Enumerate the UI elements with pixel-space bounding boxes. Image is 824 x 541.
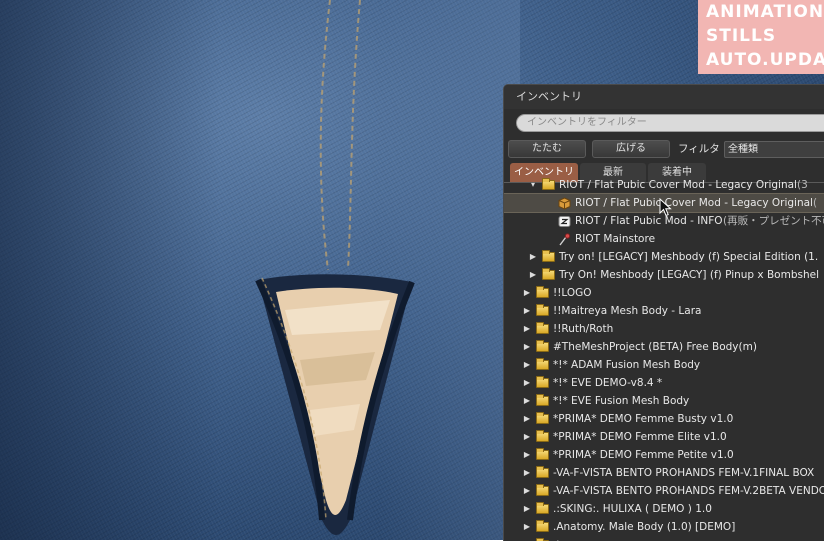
folder-icon bbox=[536, 376, 549, 389]
collapse-button[interactable]: たたむ bbox=[508, 140, 586, 158]
row-label: Try On! Meshbody [LEGACY] (f) Pinup x Bo… bbox=[559, 269, 819, 281]
collapsed-arrow-icon[interactable]: ▶ bbox=[522, 536, 532, 541]
collapsed-arrow-icon[interactable]: ▶ bbox=[528, 266, 538, 284]
folder-row[interactable]: ▶ Try On! Meshbody [LEGACY] (f) Pinup x B… bbox=[504, 266, 824, 284]
folder-icon bbox=[536, 484, 549, 497]
row-label: .Anatomy. Male Body (1.0) [DEMO] bbox=[553, 521, 736, 533]
row-suffix: (再販・プレゼント不可 bbox=[723, 215, 824, 227]
folder-icon bbox=[536, 412, 549, 425]
folder-row[interactable]: ▶ .Anatomy. Male Body (1.0) [DEMO] bbox=[504, 518, 824, 536]
folder-row[interactable]: ▶ *PRIMA* DEMO Femme Petite v1.0 bbox=[504, 446, 824, 464]
folder-icon bbox=[536, 322, 549, 335]
folder-row[interactable]: ▶ *!* ADAM Fusion Mesh Body bbox=[504, 356, 824, 374]
row-suffix: (3 bbox=[797, 179, 808, 191]
object-box-icon bbox=[558, 197, 571, 210]
expand-button[interactable]: 広げる bbox=[592, 140, 670, 158]
row-label: -VA-F-VISTA BENTO PROHANDS FEM-V.2BETA V… bbox=[553, 485, 824, 497]
inventory-filter-input[interactable]: インベントリをフィルター bbox=[516, 114, 824, 132]
folder-row[interactable]: ▶ !!Maitreya Mesh Body - Lara bbox=[504, 302, 824, 320]
row-label: RIOT Mainstore bbox=[575, 233, 656, 245]
row-label: #TheMeshProject (BETA) Free Body(m) bbox=[553, 341, 757, 353]
expanded-arrow-icon[interactable]: ▾ bbox=[528, 176, 538, 194]
row-label: Try on! [LEGACY] Meshbody (f) Special Ed… bbox=[559, 251, 819, 263]
sign-line-2: STILLS bbox=[706, 26, 777, 46]
row-label: -VA-F-VISTA BENTO PROHANDS FEM-V.1FINAL … bbox=[553, 467, 815, 479]
notecard-icon bbox=[558, 215, 571, 227]
folder-icon bbox=[536, 286, 549, 299]
collapsed-arrow-icon[interactable]: ▶ bbox=[522, 392, 532, 410]
collapsed-arrow-icon[interactable]: ▶ bbox=[522, 410, 532, 428]
folder-icon bbox=[536, 466, 549, 479]
filter-label: フィルタ bbox=[678, 143, 720, 155]
folder-icon bbox=[536, 358, 549, 371]
collapsed-arrow-icon[interactable]: ▶ bbox=[522, 320, 532, 338]
row-label: RIOT / Flat Pubic Mod - INFO bbox=[575, 215, 723, 227]
folder-icon bbox=[536, 502, 549, 515]
folder-icon bbox=[542, 178, 555, 191]
folder-icon bbox=[542, 250, 555, 263]
folder-icon bbox=[536, 304, 549, 317]
collapsed-arrow-icon[interactable]: ▶ bbox=[522, 446, 532, 464]
collapsed-arrow-icon[interactable]: ▶ bbox=[522, 302, 532, 320]
inventory-tree[interactable]: ▾ RIOT / Flat Pubic Cover Mod - Legacy Or… bbox=[504, 178, 824, 541]
folder-row[interactable]: ▶ .:SKING:. HULIXA ( DEMO ) 1.0 bbox=[504, 500, 824, 518]
inventory-title[interactable]: インベントリ bbox=[504, 85, 824, 109]
row-label: *PRIMA* DEMO Femme Petite v1.0 bbox=[553, 449, 734, 461]
collapsed-arrow-icon[interactable]: ▶ bbox=[522, 518, 532, 536]
folder-row[interactable]: ▶ *PRIMA* DEMO Femme Elite v1.0 bbox=[504, 428, 824, 446]
folder-row[interactable]: ▶ .top bbox=[504, 536, 824, 541]
collapsed-arrow-icon[interactable]: ▶ bbox=[528, 248, 538, 266]
row-label: .top bbox=[553, 536, 574, 541]
folder-row[interactable]: ▶ -VA-F-VISTA BENTO PROHANDS FEM-V.1FINAL… bbox=[504, 464, 824, 482]
row-label: *!* EVE Fusion Mesh Body bbox=[553, 395, 690, 407]
folder-row[interactable]: ▶ !!LOGO bbox=[504, 284, 824, 302]
row-label: !!LOGO bbox=[553, 287, 592, 299]
folder-row[interactable]: ▶ #TheMeshProject (BETA) Free Body(m) bbox=[504, 338, 824, 356]
item-row[interactable]: RIOT Mainstore bbox=[504, 230, 824, 248]
ad-sign: ANIMATIONS STILLS AUTO.UPDAT bbox=[698, 0, 824, 74]
row-label: *PRIMA* DEMO Femme Busty v1.0 bbox=[553, 413, 734, 425]
collapsed-arrow-icon[interactable]: ▶ bbox=[522, 482, 532, 500]
folder-icon bbox=[536, 430, 549, 443]
inventory-window[interactable]: インベントリ インベントリをフィルター たたむ 広げる フィルタ 全種類 インベ… bbox=[503, 84, 824, 541]
row-label: *PRIMA* DEMO Femme Elite v1.0 bbox=[553, 431, 727, 443]
sign-line-3: AUTO.UPDAT bbox=[706, 50, 824, 70]
collapsed-arrow-icon[interactable]: ▶ bbox=[522, 374, 532, 392]
row-label: .:SKING:. HULIXA ( DEMO ) 1.0 bbox=[553, 503, 712, 515]
mouse-cursor-icon bbox=[659, 198, 672, 217]
folder-icon bbox=[536, 520, 549, 533]
folder-icon bbox=[542, 268, 555, 281]
folder-icon bbox=[536, 448, 549, 461]
collapsed-arrow-icon[interactable]: ▶ bbox=[522, 500, 532, 518]
folder-row[interactable]: ▶ Try on! [LEGACY] Meshbody (f) Special E… bbox=[504, 248, 824, 266]
folder-row[interactable]: ▶ *!* EVE DEMO-v8.4 * bbox=[504, 374, 824, 392]
folder-row[interactable]: ▶ *!* EVE Fusion Mesh Body bbox=[504, 392, 824, 410]
row-label: RIOT / Flat Pubic Cover Mod - Legacy Ori… bbox=[575, 197, 813, 209]
folder-row[interactable]: ▶ -VA-F-VISTA BENTO PROHANDS FEM-V.2BETA … bbox=[504, 482, 824, 500]
folder-row[interactable]: ▶ *PRIMA* DEMO Femme Busty v1.0 bbox=[504, 410, 824, 428]
folder-icon bbox=[536, 340, 549, 353]
collapsed-arrow-icon[interactable]: ▶ bbox=[522, 338, 532, 356]
folder-row[interactable]: ▾ RIOT / Flat Pubic Cover Mod - Legacy Or… bbox=[504, 176, 824, 194]
collapsed-arrow-icon[interactable]: ▶ bbox=[522, 284, 532, 302]
row-label: !!Maitreya Mesh Body - Lara bbox=[553, 305, 702, 317]
row-suffix: ( bbox=[813, 197, 818, 209]
row-label: *!* ADAM Fusion Mesh Body bbox=[553, 359, 701, 371]
collapsed-arrow-icon[interactable]: ▶ bbox=[522, 428, 532, 446]
row-label: RIOT / Flat Pubic Cover Mod - Legacy Ori… bbox=[559, 179, 797, 191]
collapsed-arrow-icon[interactable]: ▶ bbox=[522, 356, 532, 374]
landmark-icon bbox=[558, 233, 571, 246]
filter-type-select[interactable]: 全種類 bbox=[724, 141, 824, 158]
folder-icon bbox=[536, 394, 549, 407]
row-label: !!Ruth/Roth bbox=[553, 323, 614, 335]
folder-row[interactable]: ▶ !!Ruth/Roth bbox=[504, 320, 824, 338]
collapsed-arrow-icon[interactable]: ▶ bbox=[522, 464, 532, 482]
inventory-button-row: たたむ 広げる フィルタ 全種類 bbox=[508, 140, 824, 158]
row-label: *!* EVE DEMO-v8.4 * bbox=[553, 377, 663, 389]
sign-line-1: ANIMATIONS bbox=[706, 2, 824, 22]
